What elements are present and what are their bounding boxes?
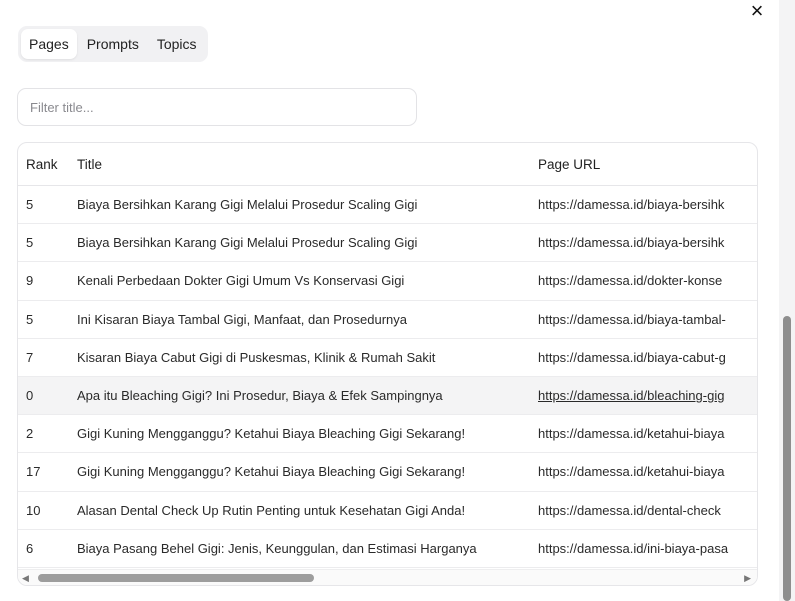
- rank-cell: 10: [26, 502, 41, 518]
- rank-cell: 5: [26, 235, 34, 251]
- tab-pages[interactable]: Pages: [21, 29, 77, 59]
- rank-cell: 9: [26, 273, 34, 289]
- table-row[interactable]: 9 Kenali Perbedaan Dokter Gigi Umum Vs Ko…: [18, 262, 757, 301]
- rank-cell: 0: [26, 388, 34, 404]
- vertical-scroll-thumb[interactable]: [783, 316, 791, 601]
- table-row[interactable]: 5 Biaya Bersihkan Karang Gigi Melalui Pro…: [18, 186, 757, 225]
- table-row[interactable]: 5 Ini Kisaran Biaya Tambal Gigi, Manfaat,…: [18, 301, 757, 339]
- table-header: Rank Title Page URL: [18, 143, 757, 186]
- table-body: 5 Biaya Bersihkan Karang Gigi Melalui Pro…: [18, 186, 757, 568]
- url-cell[interactable]: https://damessa.id/ketahui-biaya: [529, 426, 757, 441]
- rank-cell: 7: [26, 349, 34, 365]
- url-cell[interactable]: https://damessa.id/biaya-cabut-g: [529, 350, 757, 365]
- table-row[interactable]: 2 Gigi Kuning Mengganggu? Ketahui Biaya B…: [18, 415, 757, 454]
- table-row[interactable]: 10 Alasan Dental Check Up Rutin Penting u…: [18, 492, 757, 530]
- rank-cell: 17: [26, 464, 41, 480]
- url-cell[interactable]: https://damessa.id/dokter-konse: [529, 273, 757, 288]
- page-url-link[interactable]: https://damessa.id/ketahui-biaya: [538, 426, 724, 441]
- page-url-link[interactable]: https://damessa.id/biaya-bersihk: [538, 197, 724, 212]
- column-header-url[interactable]: Page URL: [529, 157, 757, 172]
- page-url-link[interactable]: https://damessa.id/ketahui-biaya: [538, 464, 724, 479]
- title-cell: Biaya Bersihkan Karang Gigi Melalui Pros…: [77, 197, 418, 213]
- scroll-left-icon[interactable]: ◀: [22, 573, 29, 584]
- title-cell: Apa itu Bleaching Gigi? Ini Prosedur, Bi…: [77, 388, 443, 404]
- column-header-rank[interactable]: Rank: [18, 157, 68, 172]
- title-cell: Gigi Kuning Mengganggu? Ketahui Biaya Bl…: [77, 426, 466, 442]
- horizontal-scrollbar[interactable]: ◀ ▶: [18, 569, 757, 585]
- url-cell[interactable]: https://damessa.id/biaya-bersihk: [529, 235, 757, 250]
- rank-cell: 5: [26, 197, 34, 213]
- url-cell[interactable]: https://damessa.id/biaya-tambal-: [529, 312, 757, 327]
- horizontal-scroll-thumb[interactable]: [38, 574, 314, 582]
- title-cell: Gigi Kuning Mengganggu? Ketahui Biaya Bl…: [77, 464, 466, 480]
- table-row[interactable]: 7 Kisaran Biaya Cabut Gigi di Puskesmas, …: [18, 339, 757, 377]
- page-url-link[interactable]: https://damessa.id/bleaching-gig: [538, 388, 724, 403]
- url-cell[interactable]: https://damessa.id/bleaching-gig: [529, 388, 757, 403]
- page-url-link[interactable]: https://damessa.id/dental-check: [538, 503, 721, 518]
- column-header-title[interactable]: Title: [68, 157, 529, 172]
- page-url-link[interactable]: https://damessa.id/biaya-cabut-g: [538, 350, 726, 365]
- url-cell[interactable]: https://damessa.id/ini-biaya-pasa: [529, 541, 757, 556]
- rank-cell: 5: [26, 311, 34, 327]
- table-row[interactable]: 0 Apa itu Bleaching Gigi? Ini Prosedur, B…: [18, 376, 757, 416]
- rank-cell: 6: [26, 540, 34, 556]
- table-row[interactable]: 5 Biaya Bersihkan Karang Gigi Melalui Pro…: [18, 224, 757, 263]
- tab-topics[interactable]: Topics: [149, 29, 205, 59]
- title-cell: Alasan Dental Check Up Rutin Penting unt…: [77, 502, 466, 518]
- page-url-link[interactable]: https://damessa.id/ini-biaya-pasa: [538, 541, 728, 556]
- table-row[interactable]: 6 Biaya Pasang Behel Gigi: Jenis, Keunggu…: [18, 530, 757, 568]
- page-url-link[interactable]: https://damessa.id/dokter-konse: [538, 273, 722, 288]
- table-row[interactable]: 17 Gigi Kuning Mengganggu? Ketahui Biaya …: [18, 453, 757, 492]
- title-cell: Biaya Pasang Behel Gigi: Jenis, Keunggul…: [77, 540, 477, 556]
- title-cell: Ini Kisaran Biaya Tambal Gigi, Manfaat, …: [77, 311, 407, 327]
- rank-cell: 2: [26, 426, 34, 442]
- page-url-link[interactable]: https://damessa.id/biaya-bersihk: [538, 235, 724, 250]
- tab-prompts[interactable]: Prompts: [79, 29, 147, 59]
- title-cell: Biaya Bersihkan Karang Gigi Melalui Pros…: [77, 235, 418, 251]
- filter-title-input[interactable]: [17, 88, 417, 126]
- url-cell[interactable]: https://damessa.id/dental-check: [529, 503, 757, 518]
- page-url-link[interactable]: https://damessa.id/biaya-tambal-: [538, 312, 726, 327]
- tab-group: Pages Prompts Topics: [18, 26, 208, 62]
- title-cell: Kisaran Biaya Cabut Gigi di Puskesmas, K…: [77, 349, 436, 365]
- title-cell: Kenali Perbedaan Dokter Gigi Umum Vs Kon…: [77, 273, 405, 289]
- scroll-right-icon[interactable]: ▶: [744, 573, 751, 584]
- url-cell[interactable]: https://damessa.id/ketahui-biaya: [529, 464, 757, 479]
- url-cell[interactable]: https://damessa.id/biaya-bersihk: [529, 197, 757, 212]
- close-icon[interactable]: ×: [745, 0, 769, 24]
- pages-table: Rank Title Page URL 5 Biaya Bersihkan Kar…: [17, 142, 758, 586]
